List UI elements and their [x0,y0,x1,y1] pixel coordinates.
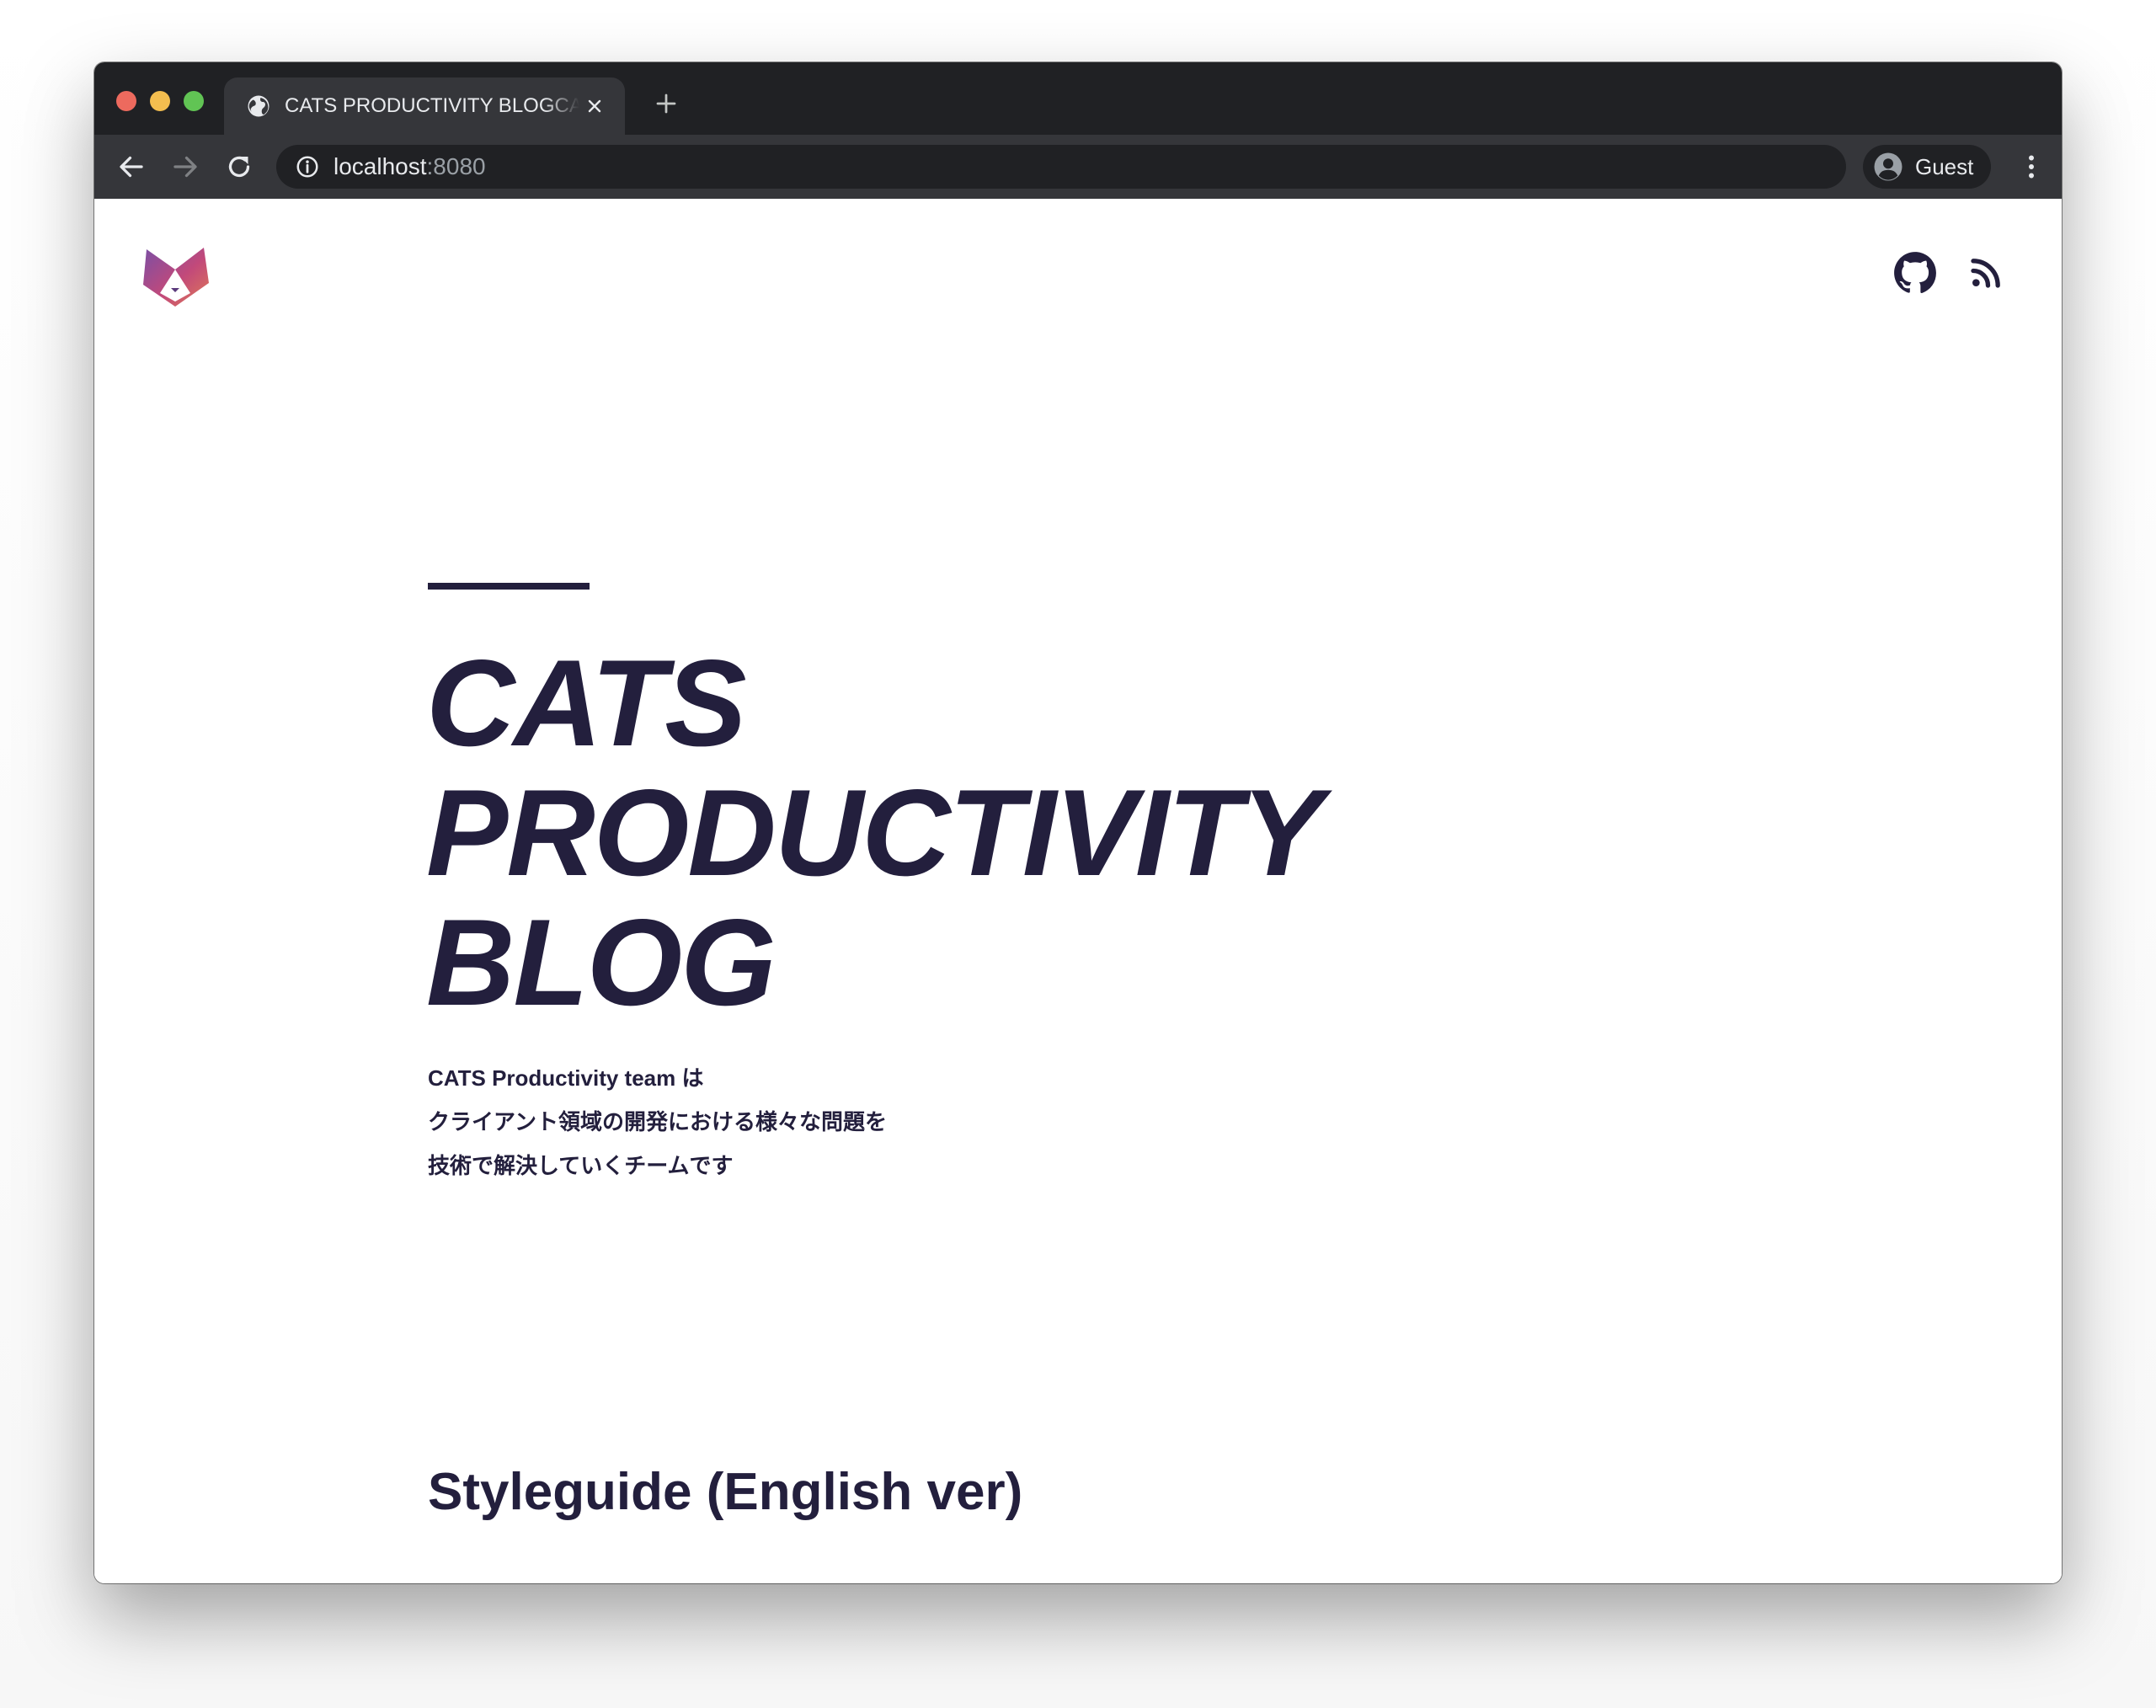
browser-toolbar: localhost:8080 Guest [94,135,2062,199]
page-viewport: CATS PRODUCTIVITY BLOG CATS Productivity… [94,199,2062,1583]
profile-label: Guest [1915,153,1974,179]
hero-description-line: クライアント領域の開発における様々な問題を [428,1109,887,1134]
tab-title: CATS PRODUCTIVITY BLOGCATS [285,94,579,117]
tab-strip: CATS PRODUCTIVITY BLOGCATS [94,62,2062,135]
section-heading: Styleguide (English ver) [428,1463,1023,1521]
back-arrow-icon[interactable] [116,152,147,182]
profile-button[interactable]: Guest [1863,145,1991,189]
hero-title-line: PRODUCTIVITY [426,764,1323,901]
info-icon[interactable] [295,154,320,179]
address-bar[interactable]: localhost:8080 [276,145,1846,189]
rss-icon[interactable] [1969,256,2003,290]
browser-window: CATS PRODUCTIVITY BLOGCATS localhost:808… [94,62,2062,1583]
hero-title-line: CATS [426,634,747,771]
account-icon [1874,152,1903,181]
hero-title-line: BLOG [426,894,776,1031]
plus-icon[interactable] [654,91,679,116]
tab-active[interactable]: CATS PRODUCTIVITY BLOGCATS [224,77,625,135]
forward-arrow-icon[interactable] [170,152,200,182]
hero-accent-line [428,583,590,590]
url-text: localhost:8080 [334,153,486,180]
close-tab-icon[interactable] [584,96,605,116]
minimize-window-button[interactable] [150,91,170,111]
url-port: :8080 [426,153,486,179]
github-icon[interactable] [1893,251,1937,295]
reload-icon[interactable] [224,152,254,182]
hero-description-line: CATS Productivity team は [428,1065,704,1091]
section-body-text: Don't use heading level 1 Heading level … [428,1568,1742,1583]
cat-logo[interactable] [141,241,209,308]
hero-description-line: 技術で解決していくチームです [428,1153,734,1178]
close-window-button[interactable] [116,91,136,111]
hero-title: CATS PRODUCTIVITY BLOG [426,638,1774,1027]
desktop-background: CATS PRODUCTIVITY BLOGCATS localhost:808… [0,0,2156,1708]
more-vertical-icon[interactable] [2016,152,2047,182]
url-host: localhost [334,153,427,179]
hero-description: CATS Productivity team は クライアント領域の開発における… [428,1056,1186,1188]
globe-icon [248,95,270,117]
maximize-window-button[interactable] [184,91,204,111]
